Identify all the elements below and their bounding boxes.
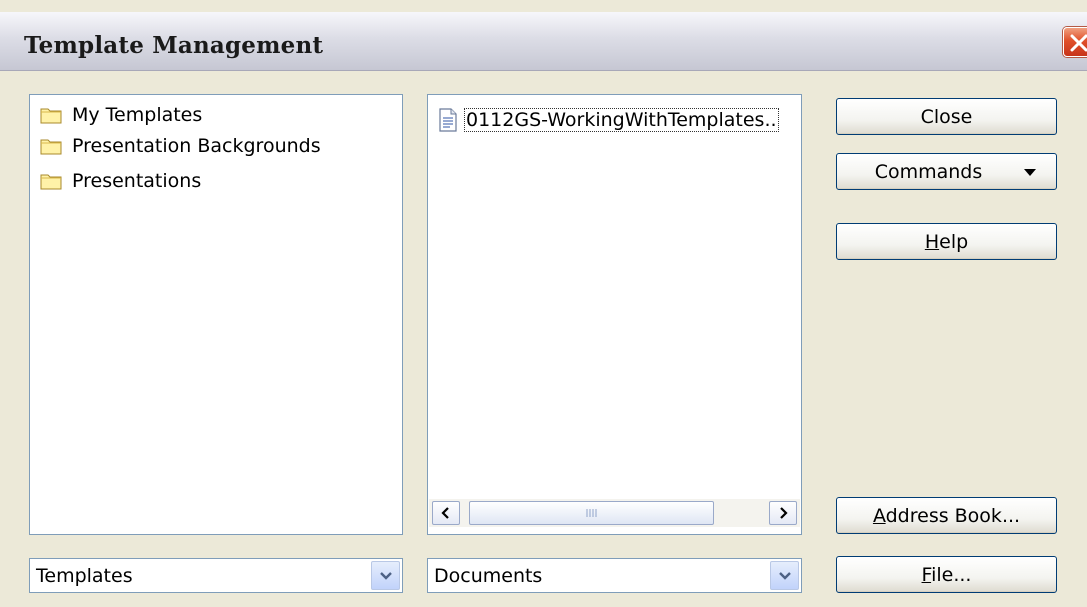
category-label: Presentations <box>72 170 202 192</box>
folder-icon <box>40 139 62 155</box>
document-icon <box>439 108 457 132</box>
document-item[interactable]: 0112GS-WorkingWithTemplates.. <box>438 106 779 134</box>
category-item-presentation-backgrounds[interactable]: Presentation Backgrounds <box>40 133 321 159</box>
window-close-button[interactable] <box>1063 27 1087 57</box>
commands-button-label: Commands <box>874 160 983 183</box>
help-mnemonic: H <box>924 230 940 253</box>
folder-icon <box>40 108 62 124</box>
category-item-my-templates[interactable]: My Templates <box>40 102 202 128</box>
chevron-left-icon <box>441 507 449 519</box>
address-book-rest: ddress Book... <box>885 504 1021 527</box>
file-button-label: File... <box>922 564 972 586</box>
scroll-left-button[interactable] <box>432 501 460 525</box>
horizontal-scrollbar[interactable] <box>429 499 800 527</box>
commands-button[interactable]: Commands <box>836 153 1057 190</box>
grip-icon <box>586 509 596 517</box>
address-book-button-label: Address Book... <box>873 505 1020 527</box>
categories-source-dropdown-button[interactable] <box>371 561 400 590</box>
close-button[interactable]: Close <box>836 98 1057 135</box>
scroll-right-button[interactable] <box>769 501 797 525</box>
file-rest: ile... <box>931 563 972 586</box>
category-item-presentations[interactable]: Presentations <box>40 168 201 194</box>
categories-list[interactable]: My Templates Presentation Backgrounds Pr… <box>29 94 403 535</box>
chevron-down-icon <box>379 571 392 580</box>
documents-list[interactable]: 0112GS-WorkingWithTemplates.. <box>427 94 802 535</box>
close-button-label: Close <box>920 105 973 128</box>
categories-source-value: Templates <box>36 565 133 587</box>
categories-source-select[interactable]: Templates <box>29 558 403 593</box>
chevron-down-icon <box>778 571 791 580</box>
document-label: 0112GS-WorkingWithTemplates.. <box>464 108 779 132</box>
category-label: My Templates <box>72 104 203 126</box>
close-icon <box>1070 34 1087 52</box>
file-mnemonic: F <box>921 563 932 586</box>
documents-source-select[interactable]: Documents <box>427 558 802 593</box>
documents-source-dropdown-button[interactable] <box>770 561 799 590</box>
help-button-label: Help <box>925 231 968 253</box>
category-label: Presentation Backgrounds <box>72 135 321 157</box>
title-bar[interactable]: Template Management <box>0 12 1087 71</box>
chevron-right-icon <box>780 507 788 519</box>
folder-icon <box>40 174 62 190</box>
template-management-dialog: Template Management My Templates Present… <box>0 0 1087 607</box>
address-book-button[interactable]: Address Book... <box>836 497 1057 534</box>
documents-source-value: Documents <box>434 565 543 587</box>
address-book-mnemonic: A <box>872 504 886 527</box>
scroll-thumb[interactable] <box>469 501 714 525</box>
help-rest: elp <box>939 230 969 253</box>
dropdown-arrow-icon <box>1024 169 1036 176</box>
help-button[interactable]: Help <box>836 223 1057 260</box>
file-button[interactable]: File... <box>836 556 1057 593</box>
window-title: Template Management <box>24 32 324 59</box>
